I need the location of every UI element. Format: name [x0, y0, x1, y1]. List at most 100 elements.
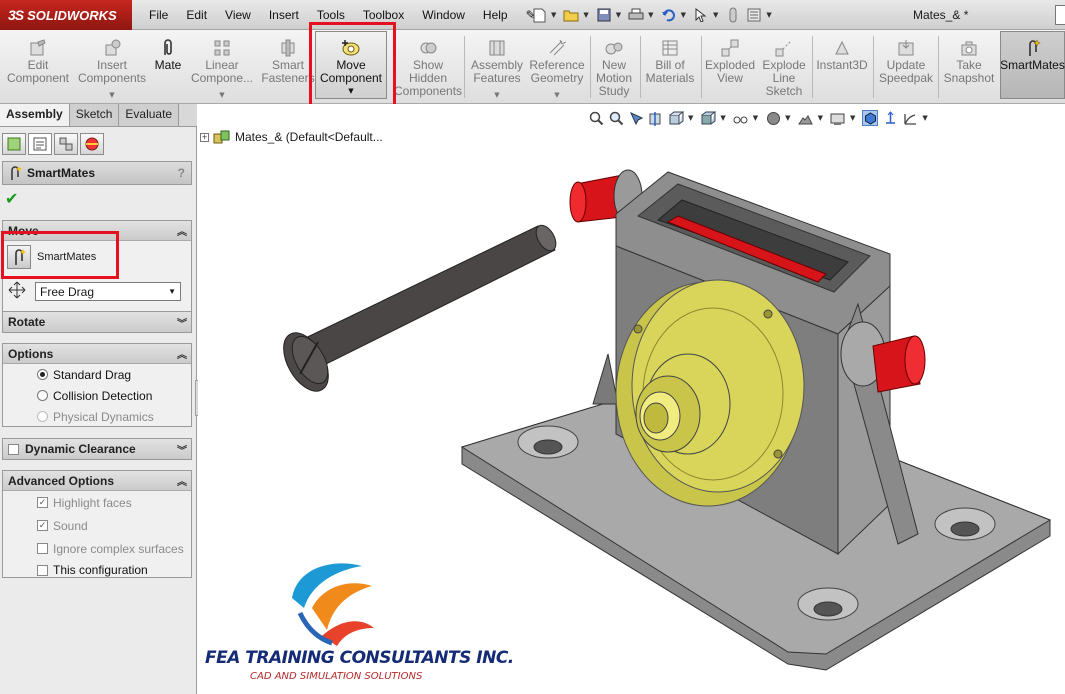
menu-window[interactable]: Window [413, 0, 474, 30]
move-section-header[interactable]: Move ︽ [3, 221, 191, 241]
checkbox-checked: ✓ [37, 520, 48, 531]
chevron-down-icon[interactable]: ▼ [109, 91, 114, 99]
take-snapshot-button[interactable]: Take Snapshot [940, 32, 998, 102]
menu-view[interactable]: View [216, 0, 260, 30]
ribbon-divider [590, 36, 591, 98]
expand-icon[interactable]: ︾ [177, 315, 187, 330]
expand-icon[interactable]: ︾ [177, 442, 187, 457]
chevron-down-icon[interactable]: ▼ [219, 91, 224, 99]
dynamic-clearance-section: Dynamic Clearance ︾ [2, 438, 192, 460]
chevron-down-icon[interactable]: ▼ [648, 11, 653, 19]
smartmates-mode-item[interactable]: SmartMates [7, 245, 96, 269]
menu-toolbox[interactable]: Toolbox [354, 0, 413, 30]
brand-name: SOLIDWORKS [27, 7, 117, 23]
solidworks-logo[interactable]: 3S SOLIDWORKS [0, 0, 132, 30]
property-manager-panel: SmartMates ? ✔ Move ︽ SmartMates Free Dr… [0, 127, 197, 694]
sound-label: Sound [53, 518, 88, 533]
reference-geometry-button[interactable]: Reference Geometry ▼ [528, 32, 586, 102]
select-icon[interactable] [692, 6, 710, 24]
smart-fasteners-button[interactable]: Smart Fasteners [260, 32, 316, 102]
take-snapshot-label: Take Snapshot [943, 58, 995, 85]
new-icon[interactable] [530, 6, 548, 24]
chevron-down-icon[interactable]: ▼ [681, 11, 686, 19]
dynamic-clearance-checkbox[interactable] [8, 443, 19, 455]
checkbox-unchecked[interactable] [37, 564, 48, 576]
tab-evaluate[interactable]: Evaluate [119, 104, 180, 126]
fea-logo-mark [292, 563, 374, 646]
move-component-button[interactable]: Move Component ▼ [315, 31, 387, 99]
property-manager-header: SmartMates ? [2, 161, 192, 185]
smartmates-label: SmartMates [1000, 58, 1065, 72]
dynamic-clearance-header[interactable]: Dynamic Clearance ︾ [3, 439, 191, 459]
print-icon[interactable] [627, 6, 645, 24]
edit-component-button[interactable]: Edit Component [6, 32, 70, 102]
options-icon[interactable] [745, 6, 763, 24]
standard-drag-label: Standard Drag [53, 367, 132, 382]
menu-edit[interactable]: Edit [177, 0, 216, 30]
update-speedpak-button[interactable]: Update Speedpak [876, 32, 936, 102]
chevron-down-icon[interactable]: ▼ [494, 91, 499, 99]
open-icon[interactable] [562, 6, 580, 24]
collapse-icon[interactable]: ︽ [177, 473, 187, 488]
reference-geometry-label: Reference Geometry [529, 58, 585, 85]
smartmates-button[interactable]: SmartMates [1000, 31, 1065, 99]
rotate-section-header[interactable]: Rotate ︾ [3, 312, 191, 332]
chevron-down-icon[interactable]: ▼ [766, 11, 771, 19]
chevron-down-icon[interactable]: ▼ [551, 11, 556, 19]
collision-detection-label: Collision Detection [53, 388, 153, 403]
standard-drag-option[interactable]: Standard Drag [3, 364, 191, 385]
linear-pattern-button[interactable]: Linear Compone... ▼ [188, 32, 256, 102]
property-manager-tab[interactable] [28, 133, 52, 155]
document-title: Mates_& * [913, 8, 969, 22]
rebuild-icon[interactable] [724, 6, 742, 24]
insert-components-button[interactable]: Insert Components ▼ [76, 32, 148, 102]
ignore-complex-surfaces-label: Ignore complex surfaces [53, 541, 184, 556]
configuration-manager-tab[interactable] [54, 133, 78, 155]
menu-tools[interactable]: Tools [308, 0, 354, 30]
this-configuration-option[interactable]: This configuration [3, 560, 191, 580]
radio-selected[interactable] [37, 369, 48, 380]
motion-study-icon [604, 38, 624, 58]
tab-assembly[interactable]: Assembly [0, 104, 70, 126]
move-section-body: SmartMates Free Drag ▼ [3, 241, 191, 311]
menu-insert[interactable]: Insert [260, 0, 308, 30]
drag-mode-select[interactable]: Free Drag ▼ [35, 282, 181, 301]
chevron-down-icon[interactable]: ▼ [554, 91, 559, 99]
chevron-down-icon[interactable]: ▼ [616, 11, 621, 19]
new-motion-study-button[interactable]: New Motion Study [592, 32, 636, 102]
search-input[interactable] [1055, 5, 1065, 25]
explode-line-sketch-button[interactable]: Explode Line Sketch [758, 32, 810, 102]
loose-pin-component[interactable] [274, 222, 560, 399]
collapse-icon[interactable]: ︽ [177, 346, 187, 361]
tab-sketch[interactable]: Sketch [69, 104, 120, 126]
show-hidden-icon [418, 38, 438, 58]
advanced-options-section: Advanced Options ︽ ✓ Highlight faces ✓ Sou… [2, 470, 192, 578]
menu-file[interactable]: File [140, 0, 177, 30]
radio-unselected[interactable] [37, 390, 48, 401]
assembly-features-label: Assembly Features [470, 58, 523, 85]
feature-manager-tab[interactable] [2, 133, 26, 155]
collapse-icon[interactable]: ︽ [177, 223, 187, 238]
instant3d-button[interactable]: Instant3D [814, 32, 870, 102]
ds-logo-mark: 3S [8, 7, 24, 23]
chevron-down-icon[interactable]: ▼ [348, 87, 353, 95]
save-icon[interactable] [595, 6, 613, 24]
collision-detection-option[interactable]: Collision Detection [3, 385, 191, 406]
bill-of-materials-button[interactable]: Bill of Materials [642, 32, 698, 102]
advanced-options-header[interactable]: Advanced Options ︽ [3, 471, 191, 491]
mate-button[interactable]: Mate [150, 32, 186, 102]
chevron-down-icon[interactable]: ▼ [583, 11, 588, 19]
exploded-view-button[interactable]: Exploded View [703, 32, 757, 102]
ok-check-icon[interactable]: ✔ [5, 189, 18, 208]
ribbon-divider [812, 36, 813, 98]
display-manager-tab[interactable] [80, 133, 104, 155]
undo-icon[interactable] [660, 6, 678, 24]
options-section-header[interactable]: Options ︽ [3, 344, 191, 364]
assembly-features-button[interactable]: Assembly Features ▼ [468, 32, 526, 102]
show-hidden-components-button[interactable]: Show Hidden Components [394, 32, 462, 102]
chevron-down-icon[interactable]: ▼ [713, 11, 718, 19]
help-icon[interactable]: ? [178, 166, 185, 180]
instant3d-label: Instant3D [816, 58, 868, 72]
menu-help[interactable]: Help [474, 0, 517, 30]
quick-access-toolbar: ▼ ▼ ▼ ▼ ▼ ▼ ▼ [530, 5, 775, 25]
